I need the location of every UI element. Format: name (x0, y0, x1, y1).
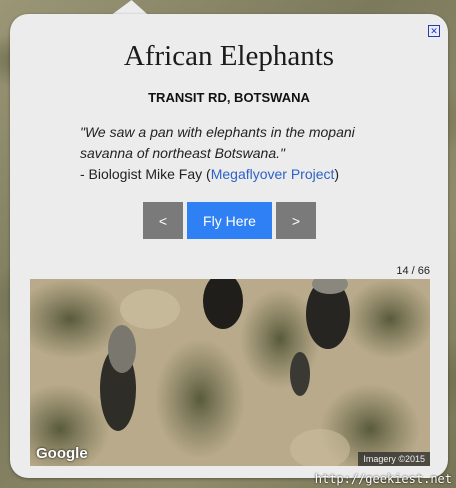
location-label: TRANSIT RD, BOTSWANA (148, 90, 310, 105)
close-icon[interactable]: ✕ (428, 25, 440, 37)
quote-text: "We saw a pan with elephants in the mopa… (80, 124, 355, 161)
prev-button[interactable]: < (143, 202, 183, 239)
slide-counter: 14 / 66 (396, 265, 430, 277)
next-button[interactable]: > (276, 202, 316, 239)
quote-block: "We saw a pan with elephants in the mopa… (80, 122, 390, 185)
imagery-credit: Imagery ©2015 (358, 452, 430, 466)
aerial-photo: Google Imagery ©2015 (30, 279, 430, 466)
google-logo: Google (36, 445, 88, 462)
elephant-aerial-image (30, 279, 430, 466)
attribution-suffix: ) (334, 166, 340, 182)
popup-title: African Elephants (123, 40, 335, 72)
attribution-prefix: - Biologist Mike Fay ( (80, 166, 211, 182)
fly-here-button[interactable]: Fly Here (187, 202, 272, 239)
megaflyover-link[interactable]: Megaflyover Project (211, 166, 335, 182)
watermark: http://geekiest.net (314, 472, 452, 486)
info-popup: ✕ African Elephants TRANSIT RD, BOTSWANA… (10, 14, 448, 478)
